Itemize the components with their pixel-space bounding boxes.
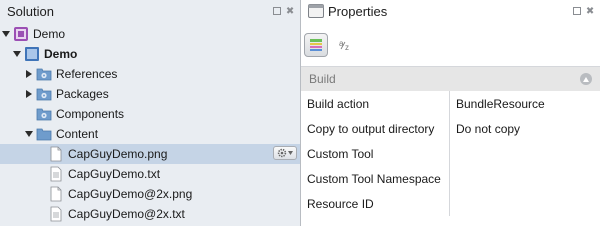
folder-gear-icon bbox=[36, 108, 52, 121]
sort-alphabetically-button[interactable]: a z bbox=[334, 33, 358, 57]
solution-pad-header: Solution ✖ bbox=[0, 0, 300, 22]
close-icon: ✖ bbox=[285, 5, 295, 17]
categorized-view-button[interactable] bbox=[304, 33, 328, 57]
property-row[interactable]: Copy to output directory Do not copy bbox=[301, 116, 600, 141]
tree-label: Content bbox=[56, 127, 99, 141]
tree-label: Packages bbox=[56, 87, 109, 101]
tree-row-file[interactable]: CapGuyDemo@2x.txt bbox=[0, 204, 300, 224]
property-name: Custom Tool bbox=[301, 141, 450, 166]
tree-row-content[interactable]: Content bbox=[0, 124, 300, 144]
properties-icon bbox=[308, 4, 324, 18]
tree-label: References bbox=[56, 67, 118, 81]
text-file-icon bbox=[50, 166, 62, 182]
close-button[interactable]: ✖ bbox=[285, 5, 295, 17]
tree-row-components[interactable]: Components bbox=[0, 104, 300, 124]
property-name: Resource ID bbox=[301, 191, 450, 216]
solution-icon bbox=[14, 27, 28, 41]
property-value[interactable] bbox=[450, 141, 600, 166]
property-name: Copy to output directory bbox=[301, 116, 450, 141]
chevron-up-icon bbox=[583, 76, 589, 82]
tree-label: CapGuyDemo.txt bbox=[68, 167, 161, 181]
properties-pad-title: Properties bbox=[328, 3, 388, 19]
tree-row-file[interactable]: CapGuyDemo@2x.png bbox=[0, 184, 300, 204]
property-row[interactable]: Build action BundleResource bbox=[301, 91, 600, 116]
dock-button[interactable] bbox=[573, 7, 581, 15]
tree-row-packages[interactable]: Packages bbox=[0, 84, 300, 104]
property-name: Build action bbox=[301, 91, 450, 116]
expander-down-icon[interactable] bbox=[24, 129, 34, 139]
close-button[interactable]: ✖ bbox=[585, 5, 595, 17]
properties-pad-header: Properties ✖ bbox=[301, 0, 600, 22]
tree-label: CapGuyDemo.png bbox=[68, 147, 168, 161]
category-label: Build bbox=[309, 72, 336, 86]
project-icon bbox=[25, 47, 39, 61]
properties-pad: Properties ✖ a z Build Build action Bund… bbox=[301, 0, 600, 226]
properties-toolbar: a z bbox=[301, 30, 600, 60]
expander-right-icon[interactable] bbox=[24, 89, 34, 99]
property-name: Custom Tool Namespace bbox=[301, 166, 450, 191]
expander-down-icon[interactable] bbox=[1, 29, 11, 39]
file-icon bbox=[50, 146, 62, 162]
tree-row-project[interactable]: Demo bbox=[0, 44, 300, 64]
svg-text:z: z bbox=[345, 43, 349, 52]
tree-label: Demo bbox=[44, 47, 78, 61]
property-value[interactable] bbox=[450, 166, 600, 191]
property-grid: Build Build action BundleResource Copy t… bbox=[301, 66, 600, 226]
tree-label: CapGuyDemo@2x.png bbox=[68, 187, 193, 201]
property-row[interactable]: Resource ID bbox=[301, 191, 600, 216]
dock-icon bbox=[573, 7, 581, 15]
dock-button[interactable] bbox=[273, 7, 281, 15]
close-icon: ✖ bbox=[585, 5, 595, 17]
tree-label: Demo bbox=[33, 27, 66, 41]
property-value[interactable] bbox=[450, 191, 600, 216]
property-value[interactable]: BundleResource bbox=[450, 91, 600, 116]
categorized-icon bbox=[310, 39, 322, 51]
folder-gear-icon bbox=[36, 68, 52, 81]
solution-tree: Demo Demo References Packages Components… bbox=[0, 24, 300, 224]
dock-icon bbox=[273, 7, 281, 15]
sort-az-icon: a z bbox=[339, 39, 349, 52]
tree-label: Components bbox=[56, 107, 125, 121]
property-row[interactable]: Custom Tool bbox=[301, 141, 600, 166]
solution-pad-title: Solution bbox=[7, 3, 54, 19]
gear-icon bbox=[277, 148, 287, 158]
file-icon bbox=[50, 186, 62, 202]
category-header[interactable]: Build bbox=[301, 67, 600, 91]
folder-icon bbox=[36, 128, 52, 141]
expander-right-icon[interactable] bbox=[24, 69, 34, 79]
property-value[interactable]: Do not copy bbox=[450, 116, 600, 141]
collapse-button[interactable] bbox=[580, 73, 592, 85]
chevron-down-icon bbox=[288, 151, 293, 155]
solution-pad: Solution ✖ Demo Demo References Packages… bbox=[0, 0, 301, 226]
tree-label: CapGuyDemo@2x.txt bbox=[68, 207, 185, 221]
text-file-icon bbox=[50, 206, 62, 222]
tree-row-file[interactable]: CapGuyDemo.txt bbox=[0, 164, 300, 184]
tree-row-solution[interactable]: Demo bbox=[0, 24, 300, 44]
tree-row-references[interactable]: References bbox=[0, 64, 300, 84]
svg-text:a: a bbox=[339, 39, 344, 48]
tree-row-file-selected[interactable]: CapGuyDemo.png bbox=[0, 144, 300, 164]
folder-gear-icon bbox=[36, 88, 52, 101]
expander-down-icon[interactable] bbox=[12, 49, 22, 59]
property-row[interactable]: Custom Tool Namespace bbox=[301, 166, 600, 191]
item-options-button[interactable] bbox=[273, 146, 297, 160]
